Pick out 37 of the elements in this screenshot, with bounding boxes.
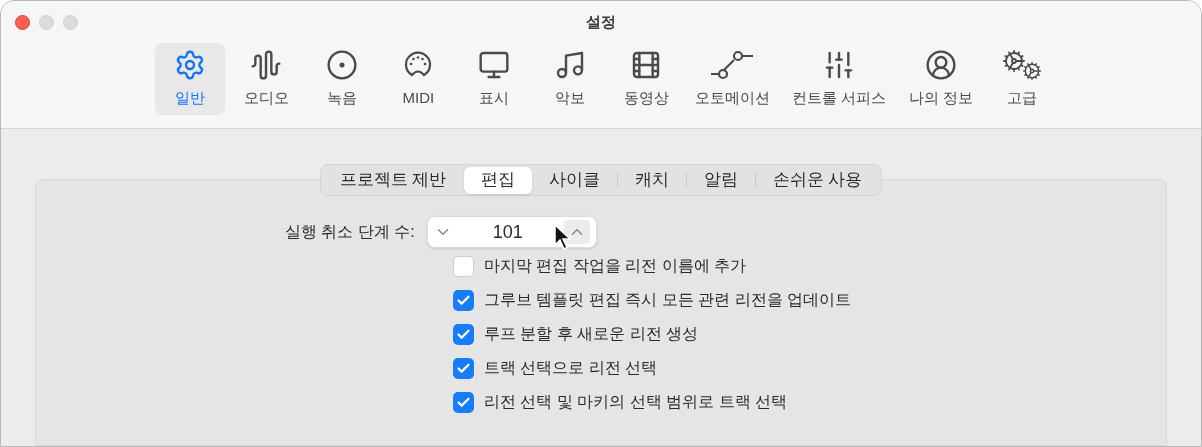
record-icon	[326, 48, 359, 81]
toolbar-tab[interactable]: 녹음	[307, 43, 378, 115]
pointer-icon	[552, 224, 571, 250]
increment-button[interactable]	[563, 220, 590, 244]
toolbar-tab[interactable]: 악보	[535, 43, 606, 115]
close-button[interactable]	[15, 15, 30, 30]
field-label: 실행 취소 단계 수:	[285, 222, 415, 242]
toolbar-tab[interactable]: 표시	[459, 43, 530, 115]
toolbar-tab[interactable]: 고급	[986, 43, 1057, 115]
waveform-icon	[250, 48, 283, 81]
checkbox-label: 루프 분할 후 새로운 리전 생성	[484, 324, 699, 344]
checkbox-label: 그루브 템플릿 편집 즉시 모든 관련 리전을 업데이트	[484, 290, 852, 310]
toolbar-tab[interactable]: 컨트롤 서피스	[784, 43, 895, 115]
toolbar-tab[interactable]: 오토메이션	[687, 43, 779, 115]
toolbar-tab[interactable]: 동영상	[611, 43, 682, 115]
checkbox-label: 리전 선택 및 마키의 선택 범위로 트랙 선택	[484, 392, 788, 412]
gears-icon	[1001, 48, 1042, 81]
checkbox[interactable]	[453, 357, 474, 379]
segment-tab[interactable]: 손쉬운 사용	[755, 166, 880, 194]
window-title: 설정	[586, 11, 616, 32]
checkbox[interactable]	[453, 289, 474, 311]
user-icon	[924, 48, 957, 81]
toolbar-tab[interactable]: 오디오	[231, 43, 302, 115]
checkbox[interactable]	[453, 255, 474, 277]
stepper-field[interactable]: 101	[426, 216, 597, 248]
toolbar-tab[interactable]: 일반	[155, 43, 226, 115]
segment-tab[interactable]: 캐치	[617, 166, 686, 194]
checkbox-label: 트랙 선택으로 리전 선택	[484, 358, 658, 378]
segment-tab[interactable]: 편집	[463, 166, 532, 194]
segment-tab[interactable]: 사이클	[531, 166, 617, 194]
segment-tab[interactable]: 프로젝트 제반	[322, 166, 464, 194]
checkbox-label: 마지막 편집 작업을 리전 이름에 추가	[484, 256, 747, 276]
checkbox[interactable]	[453, 391, 474, 413]
toolbar-tab[interactable]: MIDI	[383, 43, 454, 115]
toolbar-tab[interactable]: 나의 정보	[900, 43, 981, 115]
segment-tab[interactable]: 알림	[686, 166, 755, 194]
checkbox[interactable]	[453, 323, 474, 345]
